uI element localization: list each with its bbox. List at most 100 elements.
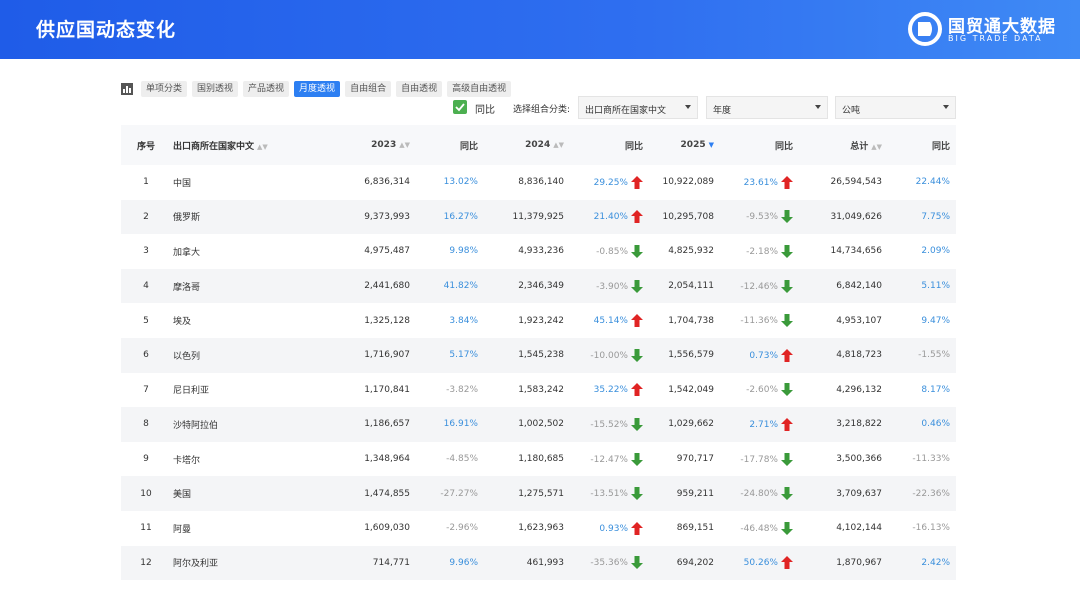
yoy-cell: 50.26%	[720, 545, 799, 581]
row-index: 8	[121, 407, 171, 442]
yoy-cell: -11.36%	[720, 303, 799, 338]
tab-advanced-free-pivot[interactable]: 高级自由透视	[447, 81, 512, 97]
arrow-down-icon	[631, 244, 643, 258]
value-2023: 1,348,964	[321, 441, 416, 477]
table-row[interactable]: 1 中国 6,836,314 13.02% 8,836,140 29.25% 10,922,…	[121, 165, 956, 200]
bar-chart-icon[interactable]	[121, 83, 133, 95]
table-row[interactable]: 11 阿曼 1,609,030 -2.96% 1,623,963 0.93% 869,151…	[121, 510, 956, 546]
yoy-value: -3.90%	[596, 281, 628, 292]
yoy-cell: 21.40%	[570, 199, 649, 235]
sort-icon[interactable]: ▲▼	[399, 141, 410, 149]
yoy-cell: 23.61%	[720, 165, 799, 200]
yoy-value: 16.91%	[443, 419, 478, 430]
value-2023: 1,474,855	[321, 476, 416, 511]
yoy-value: 22.44%	[915, 177, 950, 188]
country-name: 阿曼	[171, 510, 321, 546]
yoy-value: 0.93%	[599, 523, 628, 534]
period-select-value: 年度	[713, 106, 732, 116]
sort-icon[interactable]: ▲▼	[553, 141, 564, 149]
tab-single-category[interactable]: 单项分类	[141, 81, 188, 97]
yoy-cell: 5.11%	[888, 268, 956, 304]
combo-label: 选择组合分类:	[513, 105, 571, 115]
yoy-value: 0.73%	[749, 350, 778, 361]
yoy-cell: -46.48%	[720, 510, 799, 546]
value-2023: 1,186,657	[321, 407, 416, 442]
arrow-down-icon	[631, 487, 643, 501]
combo-select-value: 出口商所在国家中文	[585, 106, 667, 116]
yoy-cell: 16.27%	[416, 199, 484, 235]
yoy-value: -3.82%	[446, 384, 478, 395]
country-name: 沙特阿拉伯	[171, 407, 321, 442]
sort-icon[interactable]: ▲▼	[257, 143, 268, 151]
yoy-cell: -1.55%	[888, 337, 956, 373]
yoy-value: 50.26%	[743, 558, 778, 569]
value-2025: 4,825,932	[649, 234, 720, 269]
tab-free-combination[interactable]: 自由组合	[345, 81, 392, 97]
col-2023[interactable]: 2023 ▲▼	[321, 125, 416, 165]
yoy-value: -35.36%	[590, 558, 628, 569]
row-index: 12	[121, 545, 171, 581]
tab-product-pivot[interactable]: 产品透视	[243, 81, 290, 97]
col-total[interactable]: 总计 ▲▼	[799, 125, 888, 165]
table-row[interactable]: 6 以色列 1,716,907 5.17% 1,545,238 -10.00% 1,556,…	[121, 337, 956, 373]
chevron-down-icon	[815, 105, 821, 109]
yoy-value: -0.85%	[596, 246, 628, 257]
value-2023: 1,609,030	[321, 510, 416, 546]
table-row[interactable]: 8 沙特阿拉伯 1,186,657 16.91% 1,002,502 -15.52% 1,0…	[121, 407, 956, 442]
value-total: 4,818,723	[799, 337, 888, 373]
unit-select[interactable]: 公吨	[835, 96, 956, 119]
col-2024[interactable]: 2024 ▲▼	[484, 125, 570, 165]
value-2025: 970,717	[649, 441, 720, 477]
table-row[interactable]: 5 埃及 1,325,128 3.84% 1,923,242 45.14% 1,704,73…	[121, 303, 956, 338]
yoy-cell: -2.96%	[416, 510, 484, 546]
yoy-value: -11.36%	[740, 316, 778, 327]
value-2025: 10,295,708	[649, 199, 720, 235]
value-2023: 714,771	[321, 545, 416, 581]
arrow-down-icon	[781, 452, 793, 466]
col-2025[interactable]: 2025 ▼	[649, 125, 720, 165]
yoy-value: -9.53%	[746, 212, 778, 223]
sort-icon[interactable]: ▲▼	[871, 143, 882, 151]
value-2024: 8,836,140	[484, 165, 570, 200]
table-row[interactable]: 12 阿尔及利亚 714,771 9.96% 461,993 -35.36% 694,202…	[121, 545, 956, 581]
tab-free-pivot[interactable]: 自由透视	[396, 81, 443, 97]
table-row[interactable]: 9 卡塔尔 1,348,964 -4.85% 1,180,685 -12.47% 970,7…	[121, 441, 956, 477]
value-2025: 10,922,089	[649, 165, 720, 200]
row-index: 3	[121, 234, 171, 269]
arrow-up-icon	[631, 383, 643, 397]
yoy-cell: -24.80%	[720, 476, 799, 511]
brand-logo-icon	[908, 12, 942, 46]
col-country[interactable]: 出口商所在国家中文 ▲▼	[171, 125, 321, 165]
yoy-cell: 5.17%	[416, 337, 484, 373]
table-row[interactable]: 4 摩洛哥 2,441,680 41.82% 2,346,349 -3.90% 2,054,…	[121, 268, 956, 304]
row-index: 4	[121, 268, 171, 304]
yoy-cell: -12.46%	[720, 268, 799, 304]
combo-select[interactable]: 出口商所在国家中文	[578, 96, 698, 119]
value-total: 1,870,967	[799, 545, 888, 581]
table-row[interactable]: 10 美国 1,474,855 -27.27% 1,275,571 -13.51% 959,…	[121, 476, 956, 511]
sort-icon[interactable]: ▼	[709, 141, 714, 149]
yoy-value: -11.33%	[912, 454, 950, 465]
yoy-value: -27.27%	[440, 488, 478, 499]
row-index: 6	[121, 337, 171, 373]
table-row[interactable]: 3 加拿大 4,975,487 9.98% 4,933,236 -0.85% 4,825,9…	[121, 234, 956, 269]
arrow-up-icon	[781, 348, 793, 362]
yoy-value: -12.46%	[740, 281, 778, 292]
yoy-cell: -3.82%	[416, 372, 484, 408]
period-select[interactable]: 年度	[706, 96, 828, 119]
table-row[interactable]: 2 俄罗斯 9,373,993 16.27% 11,379,925 21.40% 10,29…	[121, 199, 956, 235]
arrow-up-icon	[631, 210, 643, 224]
yoy-cell: -9.53%	[720, 199, 799, 235]
yoy-cell: 8.17%	[888, 372, 956, 408]
value-2024: 1,623,963	[484, 510, 570, 546]
yoy-value: 9.98%	[449, 246, 478, 257]
yoy-cell: 9.47%	[888, 303, 956, 338]
value-2025: 694,202	[649, 545, 720, 581]
yoy-cell: -22.36%	[888, 476, 956, 511]
tab-monthly-pivot[interactable]: 月度透视	[294, 81, 341, 97]
table-row[interactable]: 7 尼日利亚 1,170,841 -3.82% 1,583,242 35.22% 1,542…	[121, 372, 956, 408]
yoy-checkbox[interactable]	[453, 100, 467, 114]
tab-country-pivot[interactable]: 国别透视	[192, 81, 239, 97]
check-icon	[455, 103, 465, 112]
row-index: 2	[121, 199, 171, 235]
